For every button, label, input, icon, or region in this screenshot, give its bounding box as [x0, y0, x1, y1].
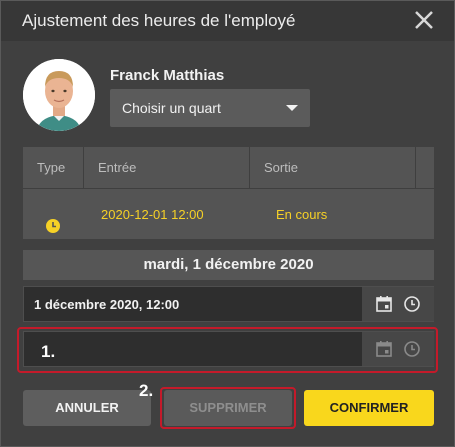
table-header: Type Entrée Sortie: [23, 147, 434, 189]
dialog-titlebar: Ajustement des heures de l'employé: [1, 1, 454, 41]
chevron-down-icon: [286, 105, 298, 111]
clock-icon[interactable]: [403, 295, 421, 313]
dialog-title: Ajustement des heures de l'employé: [22, 11, 296, 30]
calendar-icon[interactable]: [375, 295, 393, 313]
adjust-hours-dialog: Ajustement des heures de l'employé Franc…: [0, 0, 455, 447]
column-header-exit: Sortie: [250, 147, 416, 189]
column-header-entry: Entrée: [84, 147, 250, 189]
day-header: mardi, 1 décembre 2020: [23, 250, 434, 280]
datetime-entry-controls: [362, 287, 434, 321]
shift-select[interactable]: Choisir un quart: [110, 89, 310, 127]
cancel-button[interactable]: ANNULER: [23, 390, 151, 426]
column-header-type: Type: [23, 147, 84, 189]
entry-cell: 2020-12-01 12:00: [101, 207, 204, 222]
confirm-button[interactable]: CONFIRMER: [304, 390, 434, 426]
annotation-marker-2: 2.: [139, 381, 154, 400]
table-row[interactable]: 2020-12-01 12:00 En cours: [23, 190, 434, 239]
delete-button[interactable]: SUPPRIMER: [164, 390, 292, 426]
punch-table: Type Entrée Sortie 2020-12-01 12:00 En c…: [23, 147, 434, 239]
datetime-row-entry: 1 décembre 2020, 12:00: [23, 286, 434, 322]
employee-name: Franck Matthias: [110, 67, 225, 84]
datetime-entry-value[interactable]: 1 décembre 2020, 12:00: [34, 297, 179, 312]
exit-cell: En cours: [276, 207, 328, 222]
clock-icon: [45, 205, 61, 233]
avatar: [23, 59, 95, 131]
annotation-marker-1: 1.: [41, 342, 56, 361]
highlight-exit-row: [17, 327, 438, 373]
shift-select-label: Choisir un quart: [122, 100, 221, 116]
close-icon[interactable]: [411, 7, 437, 33]
